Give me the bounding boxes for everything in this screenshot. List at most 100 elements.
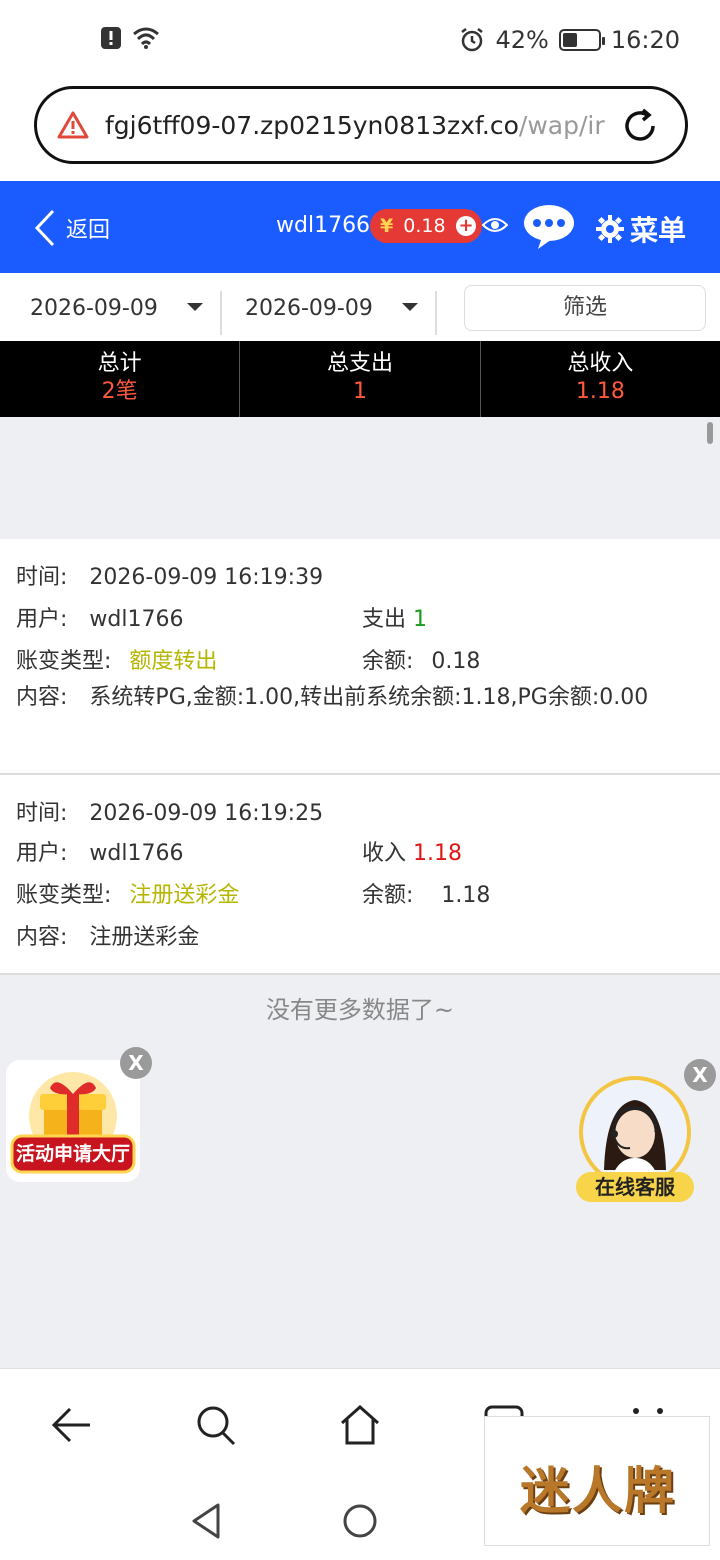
record-flow: 支出 1 (362, 601, 427, 633)
url-text[interactable]: fgj6tff09-07.zp0215yn0813zxf.co/wap/ir (105, 111, 605, 140)
time-label: 时间: (16, 565, 68, 590)
app-header: 返回 wdl1766 ¥ 0.18 + 菜单 (0, 181, 720, 273)
url-path: /wap/ir (518, 110, 605, 140)
total-income-label: 总收入 (567, 351, 634, 376)
balance-label: 余额: (362, 649, 414, 674)
total-income-value: 1.18 (575, 379, 625, 404)
end-date-select[interactable]: 2026-09-09 (245, 287, 373, 329)
time-label: 时间: (16, 801, 68, 826)
record-type: 注册送彩金 (129, 883, 240, 908)
record-balance-row: 余额: 1.18 (362, 877, 490, 909)
arrow-left-icon[interactable] (50, 1403, 94, 1447)
type-label: 账变类型: (16, 649, 112, 674)
content-label: 内容: (16, 685, 68, 710)
total-expense-value: 1 (352, 379, 367, 404)
system-back-icon[interactable] (190, 1503, 222, 1539)
record-balance-row: 余额: 0.18 (362, 643, 480, 675)
filter-button[interactable]: 筛选 (464, 285, 706, 331)
service-label: 在线客服 (576, 1172, 694, 1202)
watermark-text: 迷人牌 (520, 1461, 676, 1520)
address-bar[interactable]: fgj6tff09-07.zp0215yn0813zxf.co/wap/ir (34, 86, 688, 164)
record-user-row: 用户: wdl1766 (16, 835, 183, 867)
record-content: 系统转PG,金额:1.00,转出前系统余额:1.18,PG余额:0.00 (89, 685, 649, 710)
type-label: 账变类型: (16, 883, 112, 908)
record-type-row: 账变类型: 注册送彩金 (16, 877, 239, 909)
eye-icon[interactable] (482, 215, 508, 235)
add-funds-icon[interactable]: + (456, 216, 476, 236)
wifi-icon (133, 27, 159, 49)
customer-service-button[interactable]: 在线客服 (576, 1074, 694, 1206)
start-date-select[interactable]: 2026-09-09 (30, 287, 158, 329)
promo-activity-button[interactable]: 活动申请大厅 (6, 1060, 140, 1182)
record-type-row: 账变类型: 额度转出 (16, 643, 217, 675)
reload-icon[interactable] (621, 107, 659, 145)
home-icon[interactable] (338, 1403, 382, 1447)
record-user-row: 用户: wdl1766 (16, 601, 183, 633)
flow-value: 1 (413, 607, 428, 632)
chevron-left-icon (34, 209, 55, 247)
close-promo-button[interactable]: X (120, 1047, 152, 1079)
yen-icon: ¥ (380, 215, 394, 237)
divider (220, 291, 222, 335)
menu-button[interactable]: 菜单 (596, 209, 686, 249)
list-item: 时间: 2026-09-09 16:19:39 用户: wdl1766 支出 1 账… (0, 539, 720, 775)
alert-icon (101, 27, 121, 49)
record-content-row: 内容: 注册送彩金 (16, 919, 199, 951)
back-button[interactable]: 返回 (34, 209, 110, 247)
total-count-value: 2笔 (101, 379, 138, 404)
close-service-button[interactable]: X (684, 1059, 716, 1091)
record-time-row: 时间: 2026-09-09 16:19:25 (16, 795, 323, 827)
record-user: wdl1766 (89, 607, 184, 632)
url-host: fgj6tff09-07.zp0215yn0813zxf.co (105, 110, 519, 140)
status-right: 42% 16:20 (459, 26, 680, 54)
record-user: wdl1766 (89, 841, 184, 866)
record-time: 2026-09-09 16:19:25 (89, 801, 324, 826)
promo-label: 活动申请大厅 (15, 1143, 130, 1165)
list-item: 时间: 2026-09-09 16:19:25 用户: wdl1766 收入 1.1… (0, 775, 720, 975)
record-time-row: 时间: 2026-09-09 16:19:39 (16, 559, 323, 591)
totals-bar: 总计 2笔 总支出 1 总收入 1.18 (0, 341, 720, 417)
divider (435, 291, 437, 335)
battery-icon (558, 29, 605, 51)
balance-value: 0.18 (403, 215, 446, 237)
search-icon[interactable] (194, 1403, 238, 1447)
record-balance: 1.18 (441, 883, 491, 908)
status-bar: 42% 16:20 (0, 0, 720, 84)
header-username: wdl1766 (276, 213, 371, 238)
record-balance: 0.18 (431, 649, 481, 674)
chat-icon[interactable] (522, 201, 576, 251)
record-time: 2026-09-09 16:19:39 (89, 565, 324, 590)
user-label: 用户: (16, 607, 68, 632)
total-count: 总计 2笔 (0, 341, 241, 417)
total-count-label: 总计 (97, 351, 142, 376)
system-home-icon[interactable] (342, 1503, 378, 1539)
scrollbar[interactable] (707, 422, 713, 444)
record-type: 额度转出 (129, 649, 218, 674)
warning-icon[interactable] (57, 111, 89, 139)
agent-avatar-icon (579, 1076, 691, 1188)
flow-label: 收入 (362, 841, 407, 866)
balance-badge[interactable]: ¥ 0.18 + (370, 209, 482, 243)
watermark-logo: 迷人牌 (484, 1416, 710, 1546)
caret-down-icon[interactable] (402, 303, 418, 311)
total-expense: 总支出 1 (240, 341, 481, 417)
gear-icon (596, 215, 624, 243)
balance-label: 余额: (362, 883, 414, 908)
total-expense-label: 总支出 (326, 351, 393, 376)
clock: 16:20 (610, 26, 680, 54)
record-content: 注册送彩金 (89, 925, 200, 950)
alarm-icon (461, 28, 484, 52)
status-left (100, 26, 160, 50)
flow-label: 支出 (362, 607, 407, 632)
user-label: 用户: (16, 841, 68, 866)
record-content-row: 内容: 系统转PG,金额:1.00,转出前系统余额:1.18,PG余额:0.00 (16, 681, 696, 715)
battery-percent: 42% (495, 26, 549, 54)
caret-down-icon[interactable] (187, 303, 203, 311)
no-more-data: 没有更多数据了~ (265, 996, 455, 1024)
content-label: 内容: (16, 925, 68, 950)
menu-label: 菜单 (630, 214, 687, 247)
total-income: 总收入 1.18 (481, 341, 720, 417)
back-label: 返回 (66, 218, 111, 243)
date-filter-bar: 2026-09-09 2026-09-09 筛选 (0, 273, 720, 341)
flow-value: 1.18 (413, 841, 462, 866)
